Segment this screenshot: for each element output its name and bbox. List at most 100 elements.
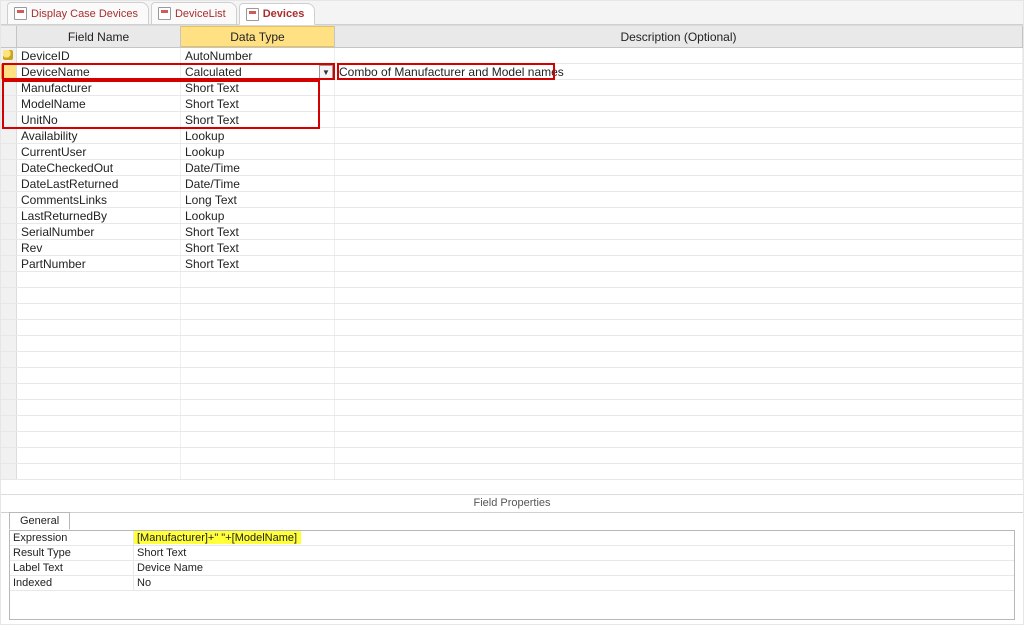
row-selector[interactable] xyxy=(1,224,17,239)
description-cell[interactable] xyxy=(335,288,1023,303)
data-type-cell[interactable] xyxy=(181,304,335,319)
table-row[interactable]: CurrentUserLookup xyxy=(1,144,1023,160)
row-selector[interactable] xyxy=(1,400,17,415)
description-cell[interactable] xyxy=(335,96,1023,111)
row-selector[interactable] xyxy=(1,144,17,159)
property-value[interactable]: [Manufacturer]+" "+[ModelName] xyxy=(134,531,1014,545)
data-type-cell[interactable]: Calculated▼ xyxy=(181,64,335,79)
table-row[interactable]: DateLastReturnedDate/Time xyxy=(1,176,1023,192)
data-type-cell[interactable]: Short Text xyxy=(181,240,335,255)
field-name-cell[interactable]: CurrentUser xyxy=(17,144,181,159)
property-value[interactable]: No xyxy=(134,576,1014,590)
table-row[interactable] xyxy=(1,304,1023,320)
field-name-cell[interactable]: DeviceID xyxy=(17,48,181,63)
tab-display-case-devices[interactable]: Display Case Devices xyxy=(7,2,149,24)
field-name-cell[interactable] xyxy=(17,272,181,287)
field-name-cell[interactable]: Rev xyxy=(17,240,181,255)
data-type-cell[interactable] xyxy=(181,400,335,415)
data-type-cell[interactable] xyxy=(181,416,335,431)
table-row[interactable]: SerialNumberShort Text xyxy=(1,224,1023,240)
data-type-cell[interactable] xyxy=(181,368,335,383)
table-row[interactable] xyxy=(1,272,1023,288)
table-row[interactable]: PartNumberShort Text xyxy=(1,256,1023,272)
field-name-cell[interactable]: DateLastReturned xyxy=(17,176,181,191)
row-selector[interactable] xyxy=(1,352,17,367)
data-type-cell[interactable] xyxy=(181,384,335,399)
data-type-cell[interactable] xyxy=(181,432,335,447)
data-type-cell[interactable]: Short Text xyxy=(181,256,335,271)
description-cell[interactable] xyxy=(335,272,1023,287)
table-row[interactable]: CommentsLinksLong Text xyxy=(1,192,1023,208)
data-type-cell[interactable] xyxy=(181,448,335,463)
row-selector[interactable] xyxy=(1,80,17,95)
description-cell[interactable] xyxy=(335,240,1023,255)
row-selector[interactable] xyxy=(1,96,17,111)
field-name-cell[interactable]: Manufacturer xyxy=(17,80,181,95)
table-row[interactable] xyxy=(1,352,1023,368)
table-row[interactable]: UnitNoShort Text xyxy=(1,112,1023,128)
field-name-cell[interactable] xyxy=(17,352,181,367)
field-name-cell[interactable]: ModelName xyxy=(17,96,181,111)
field-name-cell[interactable] xyxy=(17,304,181,319)
property-row[interactable]: Result TypeShort Text xyxy=(10,546,1014,561)
data-type-cell[interactable]: Lookup xyxy=(181,208,335,223)
row-selector[interactable] xyxy=(1,336,17,351)
data-type-cell[interactable] xyxy=(181,272,335,287)
field-name-cell[interactable] xyxy=(17,288,181,303)
description-cell[interactable]: Combo of Manufacturer and Model names xyxy=(335,64,1023,79)
data-type-cell[interactable] xyxy=(181,352,335,367)
field-name-cell[interactable] xyxy=(17,432,181,447)
field-name-cell[interactable] xyxy=(17,384,181,399)
row-selector[interactable] xyxy=(1,304,17,319)
table-row[interactable] xyxy=(1,432,1023,448)
field-name-cell[interactable]: UnitNo xyxy=(17,112,181,127)
field-name-cell[interactable] xyxy=(17,416,181,431)
data-type-cell[interactable]: Lookup xyxy=(181,128,335,143)
property-value[interactable]: Device Name xyxy=(134,561,1014,575)
field-name-cell[interactable] xyxy=(17,320,181,335)
field-name-cell[interactable]: SerialNumber xyxy=(17,224,181,239)
table-row[interactable]: AvailabilityLookup xyxy=(1,128,1023,144)
data-type-cell[interactable] xyxy=(181,320,335,335)
field-name-cell[interactable] xyxy=(17,400,181,415)
property-row[interactable]: Expression[Manufacturer]+" "+[ModelName] xyxy=(10,531,1014,546)
row-selector[interactable] xyxy=(1,240,17,255)
property-value[interactable]: Short Text xyxy=(134,546,1014,560)
table-row[interactable]: DeviceIDAutoNumber xyxy=(1,48,1023,64)
table-row[interactable] xyxy=(1,416,1023,432)
description-cell[interactable] xyxy=(335,432,1023,447)
column-header-field-name[interactable]: Field Name xyxy=(17,26,181,47)
data-type-cell[interactable]: Short Text xyxy=(181,224,335,239)
data-type-cell[interactable]: Short Text xyxy=(181,112,335,127)
row-selector[interactable] xyxy=(1,368,17,383)
description-cell[interactable] xyxy=(335,416,1023,431)
row-selector[interactable] xyxy=(1,64,17,79)
table-row[interactable] xyxy=(1,320,1023,336)
row-selector[interactable] xyxy=(1,416,17,431)
description-cell[interactable] xyxy=(335,384,1023,399)
property-row[interactable]: Label TextDevice Name xyxy=(10,561,1014,576)
row-selector[interactable] xyxy=(1,448,17,463)
row-selector[interactable] xyxy=(1,272,17,287)
field-name-cell[interactable]: DateCheckedOut xyxy=(17,160,181,175)
properties-tab-general[interactable]: General xyxy=(9,512,70,530)
field-name-cell[interactable]: PartNumber xyxy=(17,256,181,271)
description-cell[interactable] xyxy=(335,304,1023,319)
table-row[interactable] xyxy=(1,384,1023,400)
field-name-cell[interactable] xyxy=(17,336,181,351)
table-row[interactable]: ManufacturerShort Text xyxy=(1,80,1023,96)
column-header-description[interactable]: Description (Optional) xyxy=(335,26,1023,47)
row-selector[interactable] xyxy=(1,208,17,223)
data-type-cell[interactable]: Long Text xyxy=(181,192,335,207)
field-name-cell[interactable] xyxy=(17,368,181,383)
table-row[interactable] xyxy=(1,368,1023,384)
description-cell[interactable] xyxy=(335,320,1023,335)
table-row[interactable]: LastReturnedByLookup xyxy=(1,208,1023,224)
data-type-cell[interactable] xyxy=(181,336,335,351)
data-type-dropdown-button[interactable]: ▼ xyxy=(319,65,333,79)
description-cell[interactable] xyxy=(335,336,1023,351)
field-name-cell[interactable]: CommentsLinks xyxy=(17,192,181,207)
tab-devicelist[interactable]: DeviceList xyxy=(151,2,237,24)
row-selector[interactable] xyxy=(1,112,17,127)
data-type-cell[interactable]: Short Text xyxy=(181,80,335,95)
